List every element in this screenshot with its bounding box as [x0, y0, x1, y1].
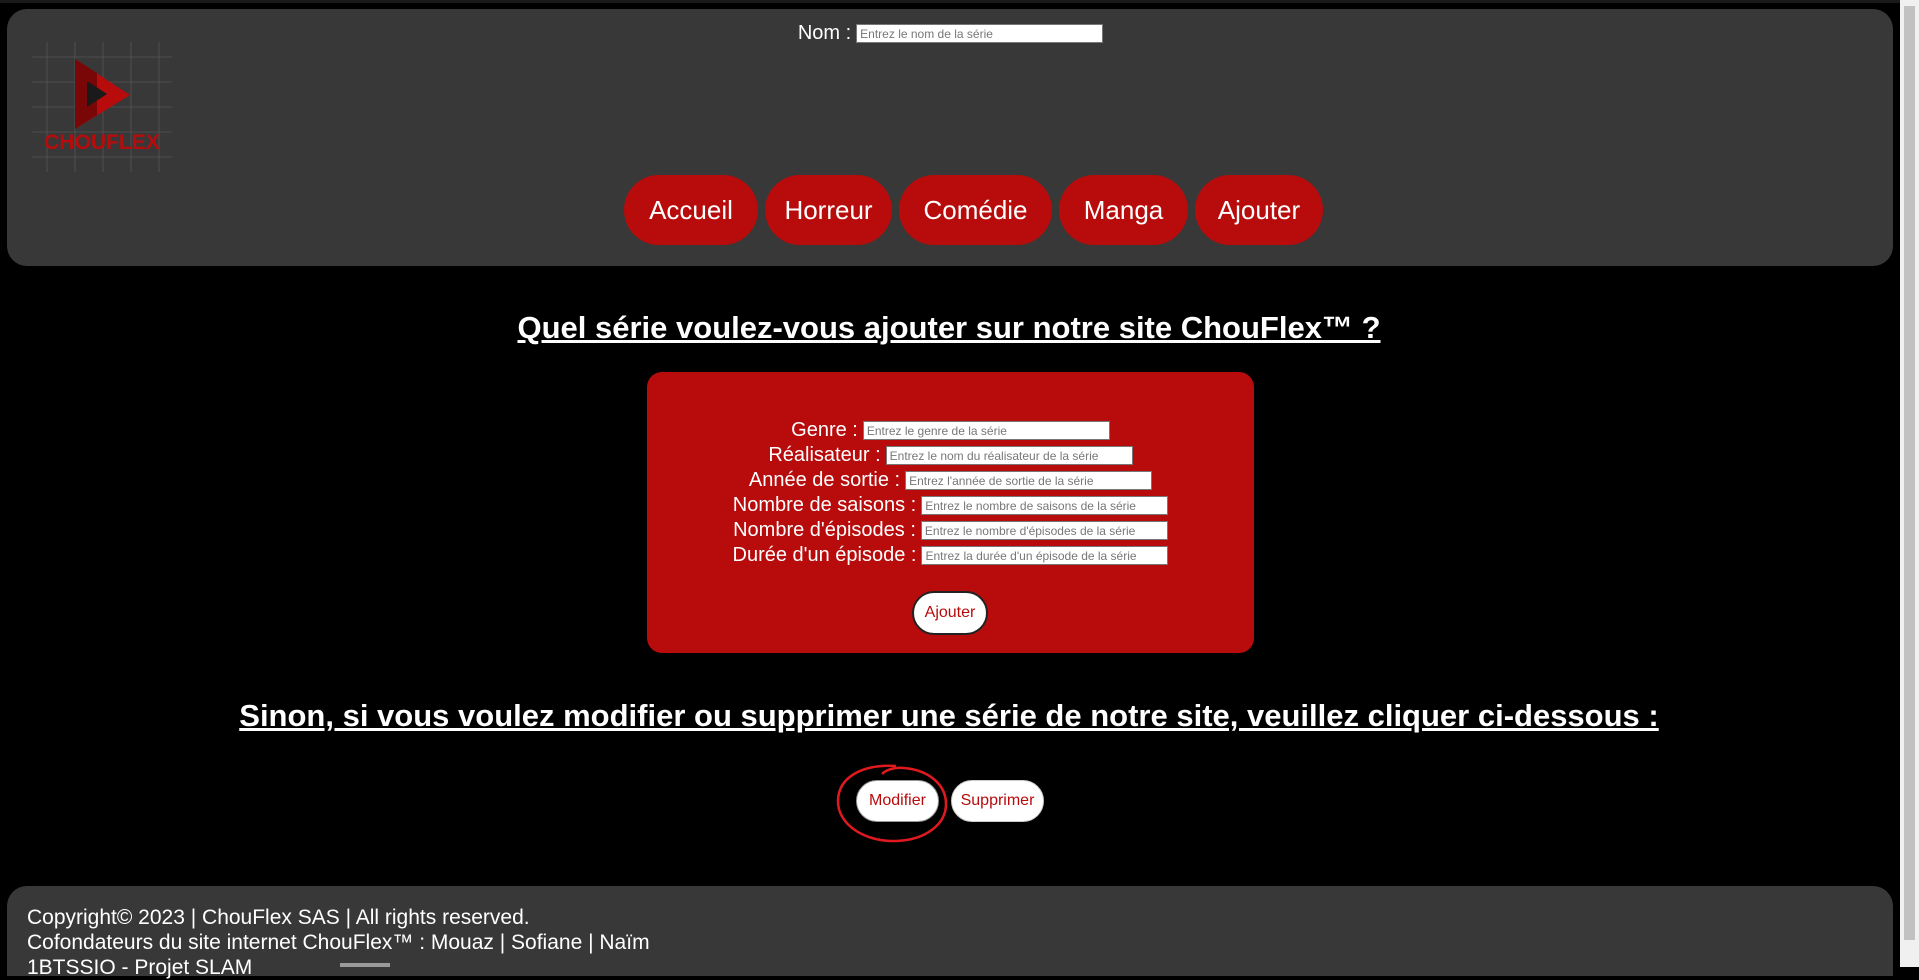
realisateur-label: Réalisateur :	[768, 444, 881, 466]
annee-label: Année de sortie :	[748, 469, 901, 491]
saisons-label: Nombre de saisons :	[732, 494, 917, 516]
logo-wordmark: CHOUFLEX	[44, 131, 160, 154]
episodes-label: Nombre d'épisodes :	[733, 519, 916, 541]
field-row-episodes: Nombre d'épisodes :	[647, 518, 1254, 543]
scrollbar-thumb[interactable]	[1904, 6, 1915, 940]
chouflex-logo[interactable]: CHOUFLEX	[27, 37, 177, 177]
copyright-text: Copyright© 2023 | ChouFlex SAS | All rig…	[27, 906, 530, 929]
horizontal-scroll-indicator	[340, 963, 390, 967]
episodes-input[interactable]	[920, 521, 1168, 540]
field-row-duree: Durée d'un épisode :	[647, 543, 1254, 568]
nav-manga[interactable]: Manga	[1059, 175, 1188, 245]
section-subtitle: Sinon, si vous voulez modifier ou suppri…	[239, 698, 1659, 733]
annee-input[interactable]	[905, 471, 1153, 490]
genre-input[interactable]	[862, 421, 1110, 440]
window-top-edge	[0, 0, 1919, 3]
field-row-annee: Année de sortie :	[647, 468, 1254, 493]
nom-label: Nom :	[797, 22, 852, 44]
supprimer-button[interactable]: Supprimer	[951, 780, 1044, 822]
founders-text: Cofondateurs du site internet ChouFlex™ …	[27, 931, 650, 954]
project-text: 1BTSSIO - Projet SLAM	[27, 956, 253, 979]
page-title: Quel série voulez-vous ajouter sur notre…	[517, 310, 1381, 345]
duree-input[interactable]	[921, 546, 1169, 565]
field-row-genre: Genre :	[647, 418, 1254, 443]
saisons-input[interactable]	[921, 496, 1169, 515]
nav-accueil[interactable]: Accueil	[624, 175, 758, 245]
nav-ajouter[interactable]: Ajouter	[1195, 175, 1323, 245]
vertical-scrollbar[interactable]	[1900, 0, 1919, 967]
nom-input[interactable]	[856, 24, 1104, 43]
nav-comedie[interactable]: Comédie	[899, 175, 1052, 245]
site-header: CHOUFLEX Accueil Horreur Comédie Manga A…	[7, 9, 1893, 266]
realisateur-input[interactable]	[885, 446, 1133, 465]
ajouter-submit-button[interactable]: Ajouter	[912, 591, 988, 635]
field-row-realisateur: Réalisateur :	[647, 443, 1254, 468]
genre-label: Genre :	[791, 419, 858, 441]
field-row-saisons: Nombre de saisons :	[647, 493, 1254, 518]
site-footer: Copyright© 2023 | ChouFlex SAS | All rig…	[7, 886, 1893, 979]
add-series-form: Nom : Genre : Réalisateur : Année de sor…	[647, 22, 1254, 653]
duree-label: Durée d'un épisode :	[732, 544, 917, 566]
modifier-button[interactable]: Modifier	[856, 780, 939, 822]
main-nav: Accueil Horreur Comédie Manga Ajouter	[624, 175, 1323, 245]
nav-horreur[interactable]: Horreur	[765, 175, 892, 245]
field-row-nom: Nom :	[647, 21, 1254, 46]
